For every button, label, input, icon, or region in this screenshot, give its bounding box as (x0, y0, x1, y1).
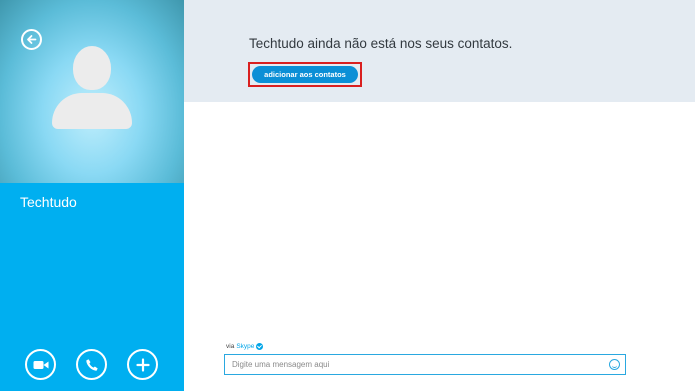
phone-icon (85, 358, 98, 371)
emoticon-icon[interactable] (609, 359, 620, 370)
via-label: via (226, 343, 235, 350)
back-button[interactable] (21, 29, 42, 50)
chevron-down-icon[interactable] (256, 343, 264, 350)
video-camera-icon (33, 360, 48, 369)
add-participants-button[interactable] (127, 349, 158, 380)
message-input[interactable] (232, 355, 602, 374)
plus-icon (136, 358, 149, 371)
contact-name: Techtudo (20, 194, 77, 210)
contact-sidebar: Techtudo (0, 0, 184, 391)
skype-conversation-window: Techtudo Techtudo ainda não está nos seu… (0, 0, 695, 391)
message-composer (224, 354, 626, 375)
add-to-contacts-button[interactable]: adicionar aos contatos (252, 66, 358, 83)
not-in-contacts-message: Techtudo ainda não está nos seus contato… (249, 36, 513, 51)
contact-photo (0, 0, 184, 183)
back-arrow-icon (27, 35, 37, 44)
not-in-contacts-banner: Techtudo ainda não está nos seus contato… (184, 0, 695, 102)
avatar-body (52, 93, 132, 129)
avatar-head (73, 46, 111, 90)
via-service-name[interactable]: Skype (236, 343, 254, 350)
via-service-label: via Skype (226, 343, 264, 350)
highlight-frame: adicionar aos contatos (248, 62, 362, 87)
video-call-button[interactable] (25, 349, 56, 380)
voice-call-button[interactable] (76, 349, 107, 380)
